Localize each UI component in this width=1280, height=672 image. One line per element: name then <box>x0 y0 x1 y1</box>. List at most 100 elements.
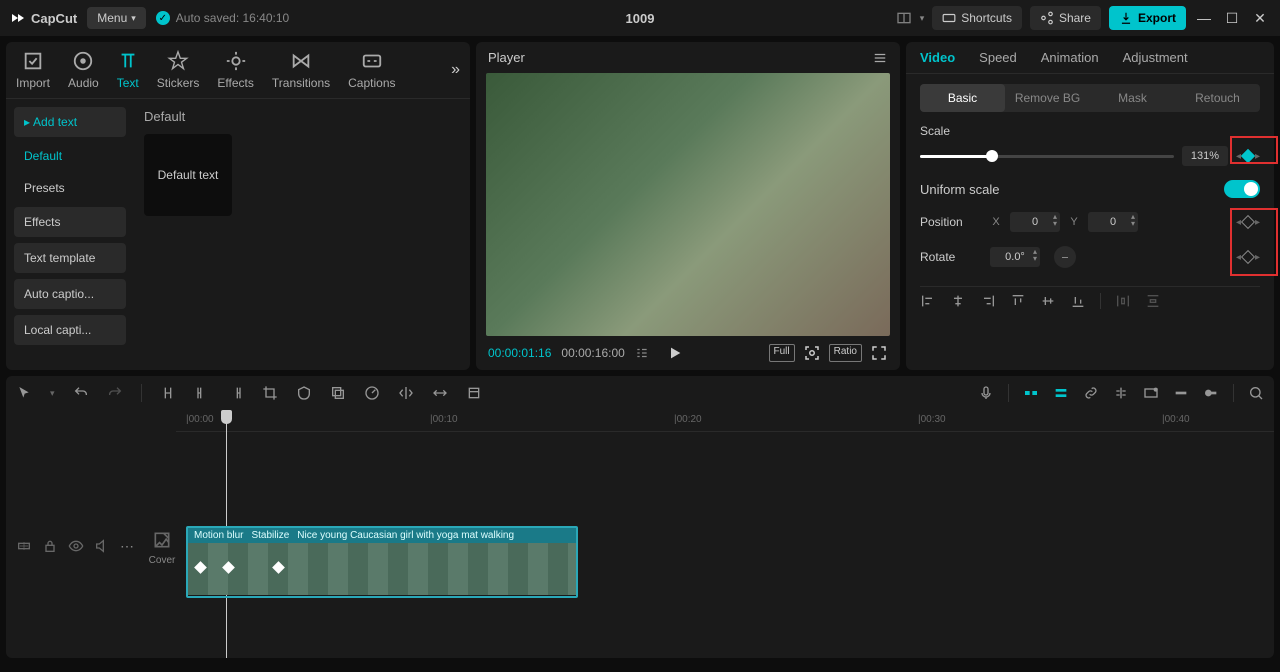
rotate-label: Rotate <box>920 250 982 264</box>
app-logo: CapCut <box>10 10 77 26</box>
time-ruler[interactable]: |00:00 |00:10 |00:20 |00:30 |00:40 <box>176 410 1274 432</box>
tab-text[interactable]: Text <box>117 50 139 90</box>
tab-audio[interactable]: Audio <box>68 50 99 90</box>
mirror-icon[interactable] <box>398 385 414 401</box>
undo-icon[interactable] <box>73 385 89 401</box>
uniform-scale-toggle[interactable] <box>1224 180 1260 198</box>
preview-render-icon[interactable] <box>1143 385 1159 401</box>
subtab-retouch[interactable]: Retouch <box>1175 84 1260 112</box>
tab-import[interactable]: Import <box>16 50 50 90</box>
clip-keyframe[interactable] <box>194 561 207 574</box>
duplicate-icon[interactable] <box>330 385 346 401</box>
subtab-mask[interactable]: Mask <box>1090 84 1175 112</box>
position-x-input[interactable]: 0▴▾ <box>1010 212 1060 232</box>
scale-value[interactable]: 131% <box>1182 146 1228 166</box>
rotate-dial[interactable] <box>1054 246 1076 268</box>
minimize-button[interactable]: — <box>1194 10 1214 26</box>
track-more-icon[interactable]: ⋯ <box>120 538 134 555</box>
crop-icon[interactable] <box>262 385 278 401</box>
reverse-icon[interactable] <box>432 385 448 401</box>
rotate-keyframe[interactable]: ◂▸ <box>1236 252 1260 263</box>
freeze-icon[interactable] <box>466 385 482 401</box>
clip-keyframe[interactable] <box>222 561 235 574</box>
marker-icon[interactable] <box>1203 385 1219 401</box>
tab-effects[interactable]: Effects <box>217 50 253 90</box>
scale-label: Scale <box>920 124 982 138</box>
ratio-button[interactable]: Ratio <box>829 344 862 362</box>
full-button[interactable]: Full <box>769 344 795 362</box>
sidebar-presets[interactable]: Presets <box>14 175 126 201</box>
rtab-speed[interactable]: Speed <box>979 50 1017 65</box>
track-lock-icon[interactable] <box>42 538 58 554</box>
export-button[interactable]: Export <box>1109 6 1186 30</box>
sidebar-local-caption[interactable]: Local capti... <box>14 315 126 345</box>
align-top-icon[interactable] <box>1010 293 1026 309</box>
snap-icon[interactable] <box>1173 385 1189 401</box>
track-eye-icon[interactable] <box>68 538 84 554</box>
position-keyframe[interactable]: ◂▸ <box>1236 217 1260 228</box>
split-icon[interactable] <box>160 385 176 401</box>
current-time: 00:00:01:16 <box>488 346 551 360</box>
rotate-input[interactable]: 0.0°▴▾ <box>990 247 1040 267</box>
video-clip[interactable]: Motion blur Stabilize Nice young Caucasi… <box>186 526 578 598</box>
tabs-more-icon[interactable]: » <box>451 61 460 79</box>
fullscreen-icon[interactable] <box>870 344 888 362</box>
position-y-input[interactable]: 0▴▾ <box>1088 212 1138 232</box>
scale-slider[interactable] <box>920 155 1174 158</box>
maximize-button[interactable]: ☐ <box>1222 10 1242 27</box>
default-text-card[interactable]: Default text <box>144 134 232 216</box>
tab-captions[interactable]: Captions <box>348 50 395 90</box>
add-text-button[interactable]: ▸Add text <box>14 107 126 137</box>
scale-keyframe[interactable]: ◂▸ <box>1236 151 1260 162</box>
speed-icon[interactable] <box>364 385 380 401</box>
shortcuts-button[interactable]: Shortcuts <box>932 6 1022 30</box>
subtab-basic[interactable]: Basic <box>920 84 1005 112</box>
sidebar-effects[interactable]: Effects <box>14 207 126 237</box>
link-icon[interactable] <box>1083 385 1099 401</box>
layout-icon[interactable] <box>896 10 912 26</box>
sidebar-auto-caption[interactable]: Auto captio... <box>14 279 126 309</box>
rtab-adjustment[interactable]: Adjustment <box>1123 50 1188 65</box>
tab-stickers[interactable]: Stickers <box>157 50 200 90</box>
magnet-main-icon[interactable] <box>1023 385 1039 401</box>
zoom-fit-icon[interactable] <box>1248 385 1264 401</box>
rtab-video[interactable]: Video <box>920 50 955 65</box>
share-button[interactable]: Share <box>1030 6 1101 30</box>
align-center-h-icon[interactable] <box>950 293 966 309</box>
trim-left-icon[interactable] <box>194 385 210 401</box>
align-clip-icon[interactable] <box>1113 385 1129 401</box>
clip-keyframe[interactable] <box>272 561 285 574</box>
menu-button[interactable]: Menu▾ <box>87 7 146 29</box>
play-button[interactable] <box>667 345 683 361</box>
tab-transitions[interactable]: Transitions <box>272 50 330 90</box>
cursor-icon[interactable] <box>16 385 32 401</box>
sidebar-text-template[interactable]: Text template <box>14 243 126 273</box>
video-preview[interactable] <box>486 73 890 336</box>
magnet-track-icon[interactable] <box>1053 385 1069 401</box>
distribute-h-icon[interactable] <box>1115 293 1131 309</box>
redo-icon[interactable] <box>107 385 123 401</box>
mic-icon[interactable] <box>978 385 994 401</box>
player-menu-icon[interactable] <box>872 51 888 65</box>
align-bottom-icon[interactable] <box>1070 293 1086 309</box>
align-right-icon[interactable] <box>980 293 996 309</box>
subtab-removebg[interactable]: Remove BG <box>1005 84 1090 112</box>
track-add-icon[interactable] <box>16 538 32 554</box>
align-center-v-icon[interactable] <box>1040 293 1056 309</box>
cover-button[interactable]: Cover <box>144 530 180 566</box>
mask-icon[interactable] <box>296 385 312 401</box>
total-time: 00:00:16:00 <box>561 346 624 360</box>
close-button[interactable]: ✕ <box>1250 10 1270 27</box>
sidebar-default[interactable]: Default <box>14 143 126 169</box>
project-title: 1009 <box>626 11 655 26</box>
scan-icon[interactable] <box>803 344 821 362</box>
timeline[interactable]: |00:00 |00:10 |00:20 |00:30 |00:40 ⋯ Cov… <box>6 410 1274 658</box>
trim-right-icon[interactable] <box>228 385 244 401</box>
distribute-v-icon[interactable] <box>1145 293 1161 309</box>
list-icon[interactable] <box>635 346 649 360</box>
track-mute-icon[interactable] <box>94 538 110 554</box>
align-left-icon[interactable] <box>920 293 936 309</box>
rtab-animation[interactable]: Animation <box>1041 50 1099 65</box>
properties-panel: Video Speed Animation Adjustment Basic R… <box>906 42 1274 370</box>
check-icon: ✓ <box>156 11 170 25</box>
